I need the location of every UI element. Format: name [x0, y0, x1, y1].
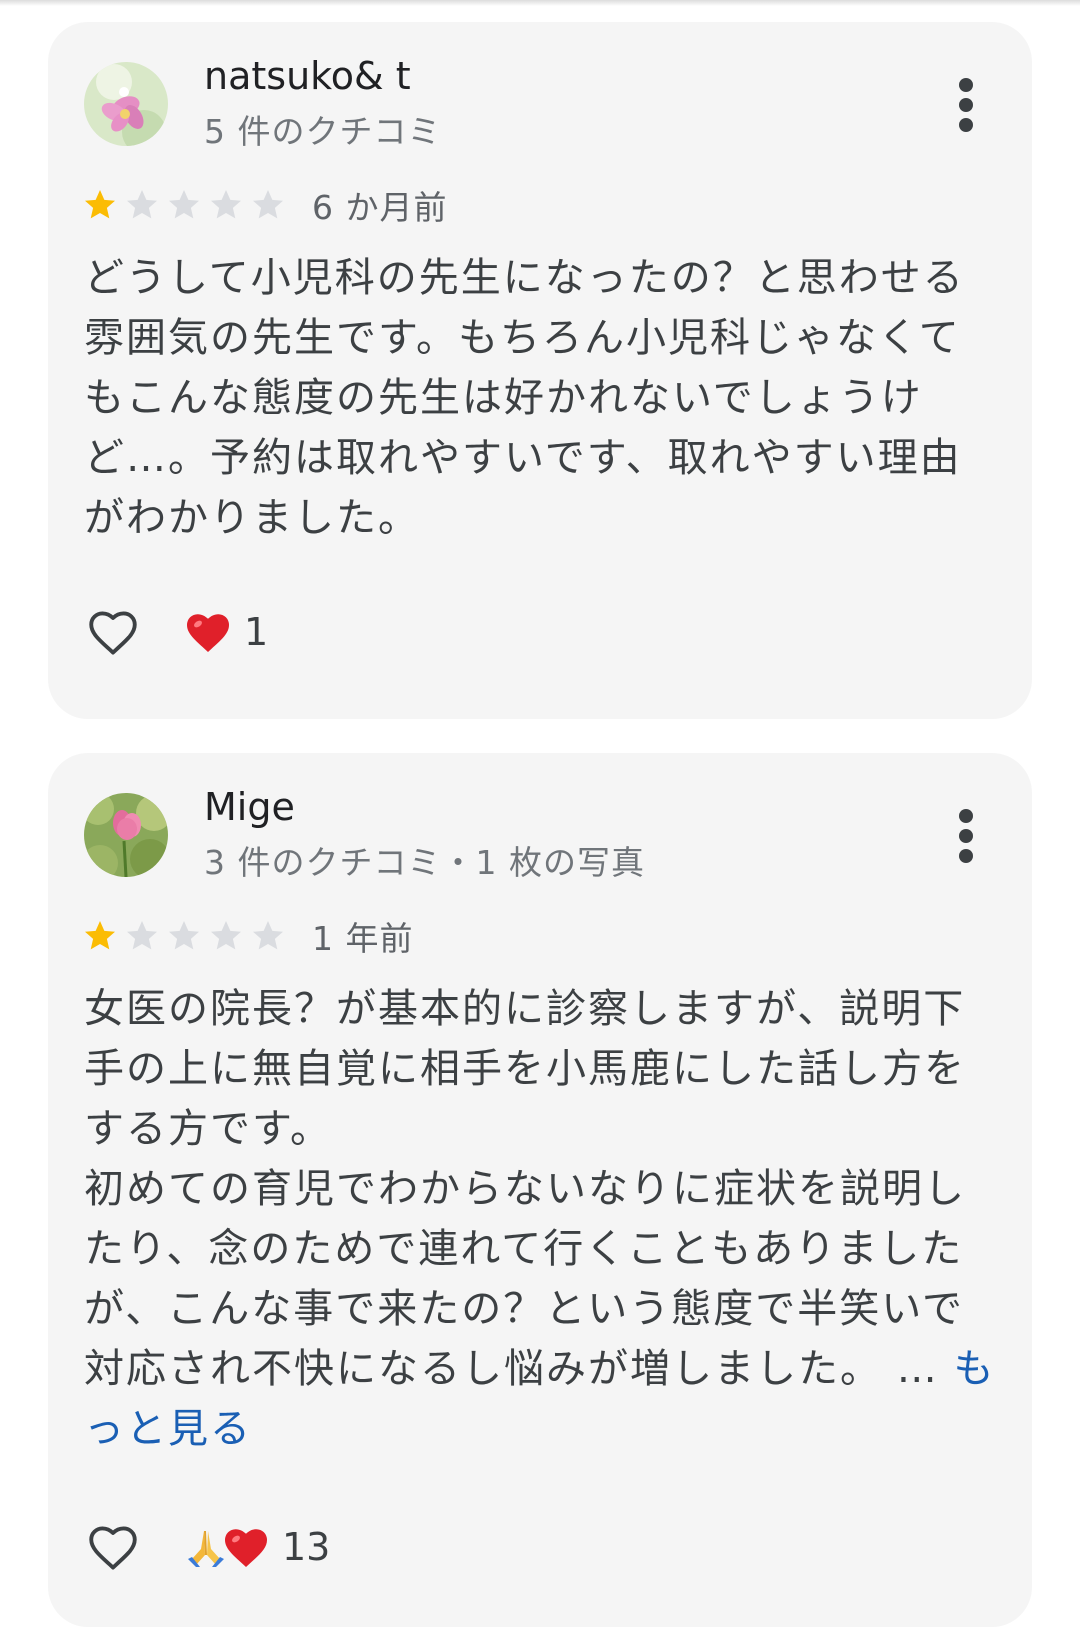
review-text-line: どうして小児科の先生になったの？と思わせる: [84, 255, 965, 301]
review-text-line: 雰囲気の先生です。もちろん小児科じゃなくて: [84, 315, 961, 361]
review-text-fragment: 対応され不快になるし悩みが増しました。 …: [84, 1346, 954, 1392]
review-text: 女医の院長？が基本的に診察しますが、説明下 手の上に無自覚に相手を小馬鹿にした話…: [84, 979, 993, 1459]
more-options-icon[interactable]: [958, 78, 974, 132]
heart-outline-icon[interactable]: [82, 1518, 144, 1576]
reaction-count: 13: [282, 1525, 331, 1569]
star-empty-icon: [253, 921, 283, 950]
heart-emoji-icon: [224, 1529, 268, 1567]
review-text-line: 女医の院長？が基本的に診察しますが、説明下: [84, 986, 966, 1032]
review-text-line: がわかりました。: [84, 495, 420, 541]
review-actions: 13: [82, 1515, 330, 1579]
reaction-summary[interactable]: 1: [184, 610, 268, 654]
star-empty-icon: [253, 190, 283, 219]
star-empty-icon: [169, 190, 199, 219]
reaction-count: 1: [244, 610, 269, 654]
star-empty-icon: [169, 921, 199, 950]
read-more-link[interactable]: も: [953, 1346, 995, 1392]
review-text-line: ど…。予約は取れやすいです、取れやすい理由: [84, 435, 962, 481]
review-card: natsuko& t 5 件のクチコミ 6 か月前 どうして小児科の先生になった…: [48, 22, 1032, 719]
avatar[interactable]: [84, 62, 168, 146]
top-shadow: [0, 0, 1080, 6]
review-time: 1 年前: [312, 919, 414, 958]
star-filled-icon: [85, 921, 115, 950]
star-rating: 1 年前: [82, 913, 414, 959]
star-filled-icon: [85, 190, 115, 219]
more-options-icon[interactable]: [958, 809, 974, 863]
heart-emoji-icon: [186, 614, 230, 652]
review-text-line: もこんな態度の先生は好かれないでしょうけ: [84, 375, 923, 421]
author-name[interactable]: natsuko& t: [204, 54, 411, 100]
review-text-line: たり、念のためで連れて行くこともありました: [84, 1226, 964, 1272]
star-empty-icon: [127, 190, 157, 219]
reaction-summary[interactable]: 13: [184, 1525, 330, 1569]
review-text-line: 手の上に無自覚に相手を小馬鹿にした話し方を: [84, 1046, 966, 1092]
star-rating: 6 か月前: [82, 182, 448, 228]
avatar[interactable]: [84, 793, 168, 877]
review-text-line: する方です。: [84, 1106, 332, 1152]
review-text-line: っと見る: [84, 1399, 964, 1459]
author-review-count: 3 件のクチコミ・1 枚の写真: [204, 843, 645, 882]
read-more-link[interactable]: っと見る: [84, 1406, 252, 1452]
star-empty-icon: [211, 921, 241, 950]
review-card: Mige 3 件のクチコミ・1 枚の写真 1 年前 女医の院長？が基本的に診察し…: [48, 753, 1032, 1627]
review-text: どうして小児科の先生になったの？と思わせる 雰囲気の先生です。もちろん小児科じゃ…: [84, 248, 964, 548]
review-actions: 1: [82, 600, 268, 664]
star-empty-icon: [211, 190, 241, 219]
review-text-line: 対応され不快になるし悩みが増しました。 … も: [84, 1339, 993, 1399]
heart-outline-icon[interactable]: [82, 603, 144, 661]
star-empty-icon: [127, 921, 157, 950]
author-review-count: 5 件のクチコミ: [204, 112, 442, 151]
review-time: 6 か月前: [312, 188, 448, 227]
review-text-line: 初めての育児でわからないなりに症状を説明し: [84, 1166, 966, 1212]
author-name[interactable]: Mige: [204, 785, 295, 831]
review-text-line: が、こんな事で来たの？という態度で半笑いで: [84, 1286, 964, 1332]
